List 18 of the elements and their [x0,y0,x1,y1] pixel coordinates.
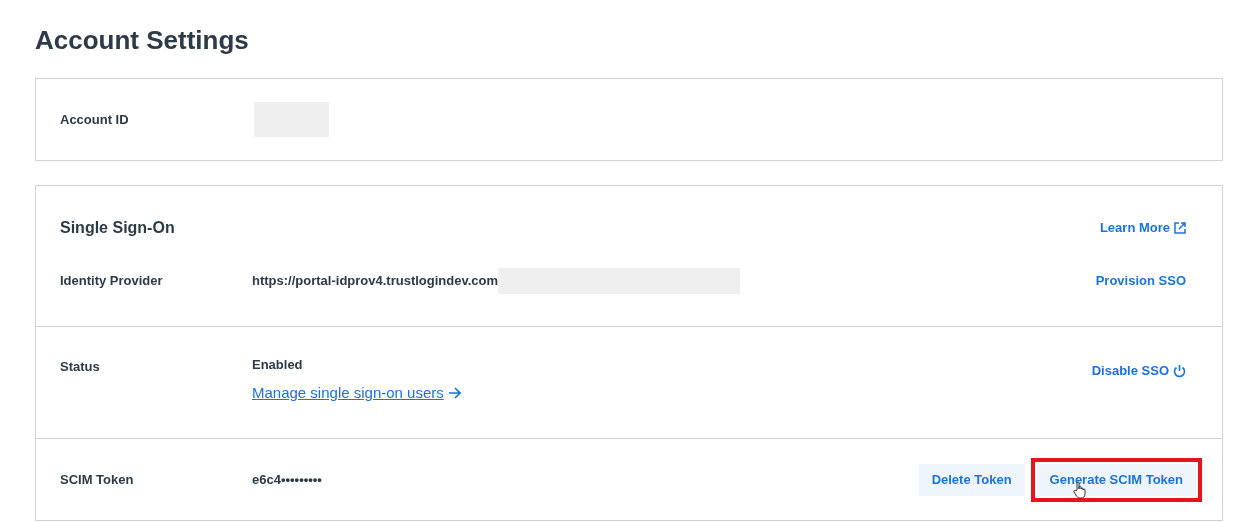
field-label: Account ID [60,110,129,129]
provision-sso-link[interactable]: Provision SSO [1095,271,1186,291]
field-value: https://portal-idprov4.trustlogindev.com [252,272,499,291]
token-value: e6c4••••••••• [252,470,322,489]
page-title: Account Settings [35,24,250,56]
token-button[interactable]: Generate SCIM Token [1036,463,1196,496]
section-title: Single Sign-On [60,218,175,238]
field-label: Status [60,358,101,376]
disable-sso-link[interactable]: Disable SSO [1091,361,1186,381]
power-icon [1173,363,1186,378]
field-label: Identity Provider [60,272,164,291]
field-label: SCIM Token [60,470,135,489]
external-link-icon [1174,222,1186,234]
learn-more-link[interactable]: Learn More [1099,218,1186,238]
status-value: Enabled [252,356,304,374]
token-button[interactable]: Delete Token [918,463,1025,496]
arrow-right-icon [447,386,461,399]
manage-users-link[interactable]: Manage single sign-on users [252,381,461,404]
